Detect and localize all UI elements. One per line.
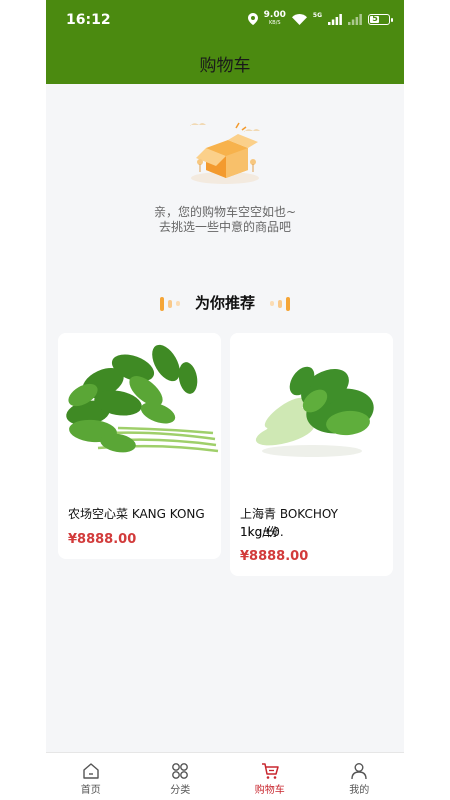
product-price: ¥8888.00 bbox=[68, 532, 137, 547]
status-bar: 16:12 9.00 KB/S 5G 5 bbox=[46, 0, 404, 40]
empty-cart-illustration bbox=[190, 122, 260, 184]
wifi-icon bbox=[291, 13, 307, 25]
empty-cart-message: 亲，您的购物车空空如也~ bbox=[153, 205, 297, 219]
cart-icon bbox=[261, 763, 279, 779]
title-decoration-left bbox=[158, 293, 182, 312]
tab-home-label: 首页 bbox=[80, 785, 101, 796]
recommend-section-title: 为你推荐 bbox=[46, 292, 404, 313]
product-image-bokchoy bbox=[230, 333, 393, 483]
product-price: ¥8888.00 bbox=[240, 549, 309, 564]
net-speed-unit: KB/S bbox=[268, 20, 281, 26]
title-decoration-right bbox=[268, 293, 292, 312]
tab-cart-label: 购物车 bbox=[254, 785, 285, 796]
product-image-kang-kong bbox=[58, 333, 221, 483]
battery-icon: 5 bbox=[368, 13, 393, 25]
bottom-tab-bar: 首页 分类 购物车 我的 bbox=[46, 752, 404, 800]
signal-empty-icon bbox=[348, 13, 362, 25]
recommend-title: 为你推荐 bbox=[194, 294, 255, 312]
tab-profile[interactable]: 我的 bbox=[315, 753, 405, 800]
tab-category-label: 分类 bbox=[170, 785, 191, 796]
product-card[interactable]: 农场空心菜 KANG KONG ¥8888.00 bbox=[58, 333, 221, 559]
grid-icon bbox=[172, 763, 189, 779]
product-card[interactable]: 上海青 BOKCHOY 1kg±0. 1kg/份 ¥8888.00 bbox=[230, 333, 393, 576]
signal-label: 5G bbox=[312, 11, 322, 19]
product-name: 农场空心菜 KANG KONG bbox=[68, 507, 205, 521]
location-icon bbox=[247, 13, 258, 25]
tab-profile-label: 我的 bbox=[349, 785, 370, 796]
tab-category[interactable]: 分类 bbox=[136, 753, 226, 800]
app-screen: 16:12 9.00 KB/S 5G 5 购物车 亲，您的购物车空空如也~ 去挑… bbox=[46, 0, 404, 800]
status-time: 16:12 bbox=[66, 12, 111, 28]
tab-cart[interactable]: 购物车 bbox=[225, 753, 315, 800]
home-icon bbox=[83, 763, 99, 779]
user-icon bbox=[351, 763, 367, 780]
status-icons: 9.00 KB/S 5G 5 bbox=[247, 11, 393, 27]
page-title: 购物车 bbox=[199, 56, 251, 76]
empty-cart-hint: 去挑选一些中意的商品吧 bbox=[158, 220, 291, 234]
battery-level: 5 bbox=[372, 13, 378, 23]
signal-icon bbox=[328, 13, 342, 25]
product-name-line2: 1kg/份 bbox=[240, 525, 279, 539]
tab-home[interactable]: 首页 bbox=[46, 753, 136, 800]
page-header: 购物车 bbox=[46, 40, 404, 84]
net-speed: 9.00 KB/S bbox=[264, 11, 286, 27]
